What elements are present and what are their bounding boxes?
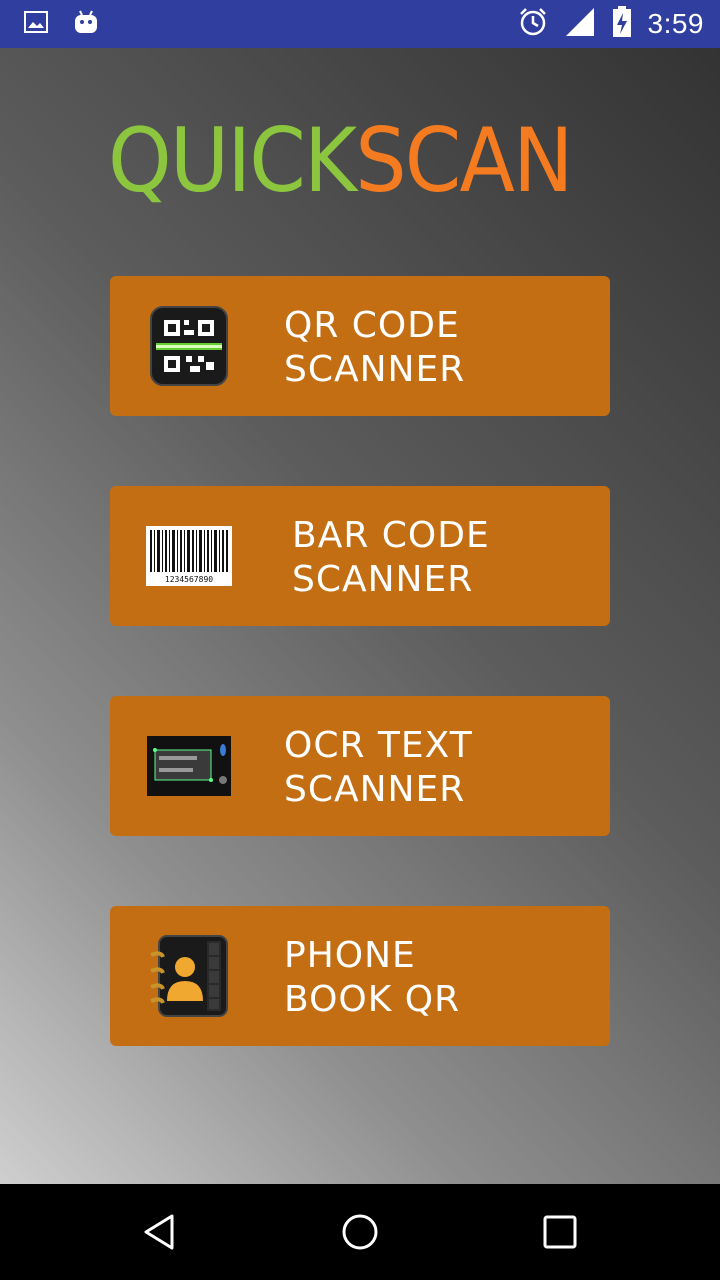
bar-code-scanner-label: BAR CODE SCANNER [292,515,490,600]
battery-icon [612,6,632,42]
bar-code-scanner-button[interactable]: 1234567890 BAR CODE SCANNER [110,486,610,626]
logo-text-quick: QUICK [107,108,357,212]
barcode-digits: 1234567890 [165,575,213,584]
ocr-text-scanner-button[interactable]: OCR TEXT SCANNER [110,696,610,836]
phone-book-qr-button[interactable]: PHONE BOOK QR [110,906,610,1046]
ocr-text-icon [146,724,232,808]
status-bar: 3:59 [0,0,720,48]
back-icon[interactable] [136,1208,184,1256]
alarm-icon [518,7,548,41]
status-right-icons: 3:59 [518,6,720,42]
image-icon [24,11,48,37]
qr-code-scanner-label: QR CODE SCANNER [284,305,466,390]
phone-book-icon [146,934,232,1018]
qr-code-scanner-button[interactable]: QR CODE SCANNER [110,276,610,416]
android-icon [74,9,98,39]
app-content: QUICK SCAN QR CODE SCANNER 1234567890 BA… [0,48,720,1184]
logo-text-scan: SCAN [355,108,573,212]
status-left-icons [0,9,98,39]
home-icon[interactable] [336,1208,384,1256]
navigation-bar [0,1184,720,1280]
ocr-text-scanner-label: OCR TEXT SCANNER [284,725,473,810]
recents-icon[interactable] [536,1208,584,1256]
signal-icon [564,6,596,42]
barcode-icon: 1234567890 [146,514,232,598]
status-time: 3:59 [647,8,704,39]
app-logo: QUICK SCAN [107,108,574,212]
phone-book-qr-label: PHONE BOOK QR [284,935,461,1020]
qr-code-icon [146,304,232,388]
